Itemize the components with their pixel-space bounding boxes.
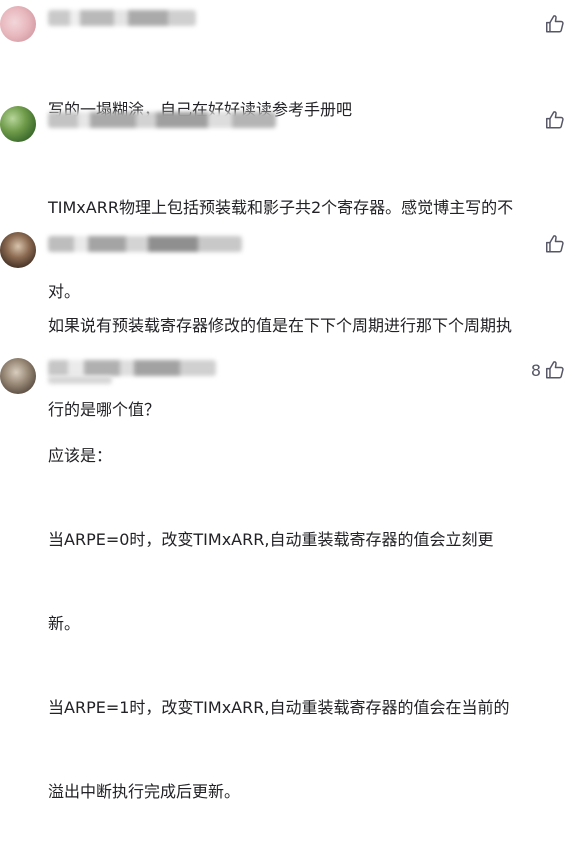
username-blurred[interactable]	[48, 112, 276, 128]
comment-line: 应该是：	[48, 446, 113, 465]
thumbs-up-icon	[546, 361, 564, 379]
like-count: 8	[530, 360, 541, 380]
comment-item: 8 应该是： 当ARPE=0时，改变TIMxARR,自动重装载寄存器的值会立刻更…	[0, 348, 588, 801]
comment-line: 如果说有预装载寄存器修改的值是在下下个周期进行那下个周期执	[48, 316, 513, 335]
comment-line: 当ARPE=1时，改变TIMxARR,自动重装载寄存器的值会在当前的	[48, 698, 510, 717]
like-button[interactable]	[541, 108, 566, 132]
avatar[interactable]	[0, 106, 36, 142]
thumbs-up-icon	[546, 15, 564, 33]
like-button[interactable]: 8	[531, 358, 566, 382]
comment-item: 写的一塌糊涂，自己在好好读读参考手册吧	[0, 0, 588, 119]
avatar[interactable]	[0, 6, 36, 42]
avatar[interactable]	[0, 232, 36, 268]
comment-item: TIMxARR物理上包括预装载和影子共2个寄存器。感觉博主写的不 对。	[0, 98, 588, 301]
thumbs-up-icon	[546, 111, 564, 129]
comment-line: 当ARPE=0时，改变TIMxARR,自动重装载寄存器的值会立刻更	[48, 530, 494, 549]
comment-line: 溢出中断执行完成后更新。	[48, 782, 241, 801]
thumbs-up-icon	[546, 235, 564, 253]
comment-item: 如果说有预装载寄存器修改的值是在下下个周期进行那下个周期执 行的是哪个值？	[0, 222, 588, 419]
comment-line: TIMxARR物理上包括预装载和影子共2个寄存器。感觉博主写的不	[48, 198, 514, 217]
username-blurred[interactable]	[48, 236, 242, 252]
username-blurred[interactable]	[48, 376, 112, 384]
comment-line: 新。	[48, 614, 81, 633]
like-button[interactable]	[541, 232, 566, 256]
avatar[interactable]	[0, 358, 36, 394]
username-blurred[interactable]	[48, 10, 196, 26]
comment-text: 应该是： 当ARPE=0时，改变TIMxARR,自动重装载寄存器的值会立刻更 新…	[48, 386, 558, 862]
username-blurred[interactable]	[48, 360, 216, 376]
like-button[interactable]	[541, 12, 566, 36]
